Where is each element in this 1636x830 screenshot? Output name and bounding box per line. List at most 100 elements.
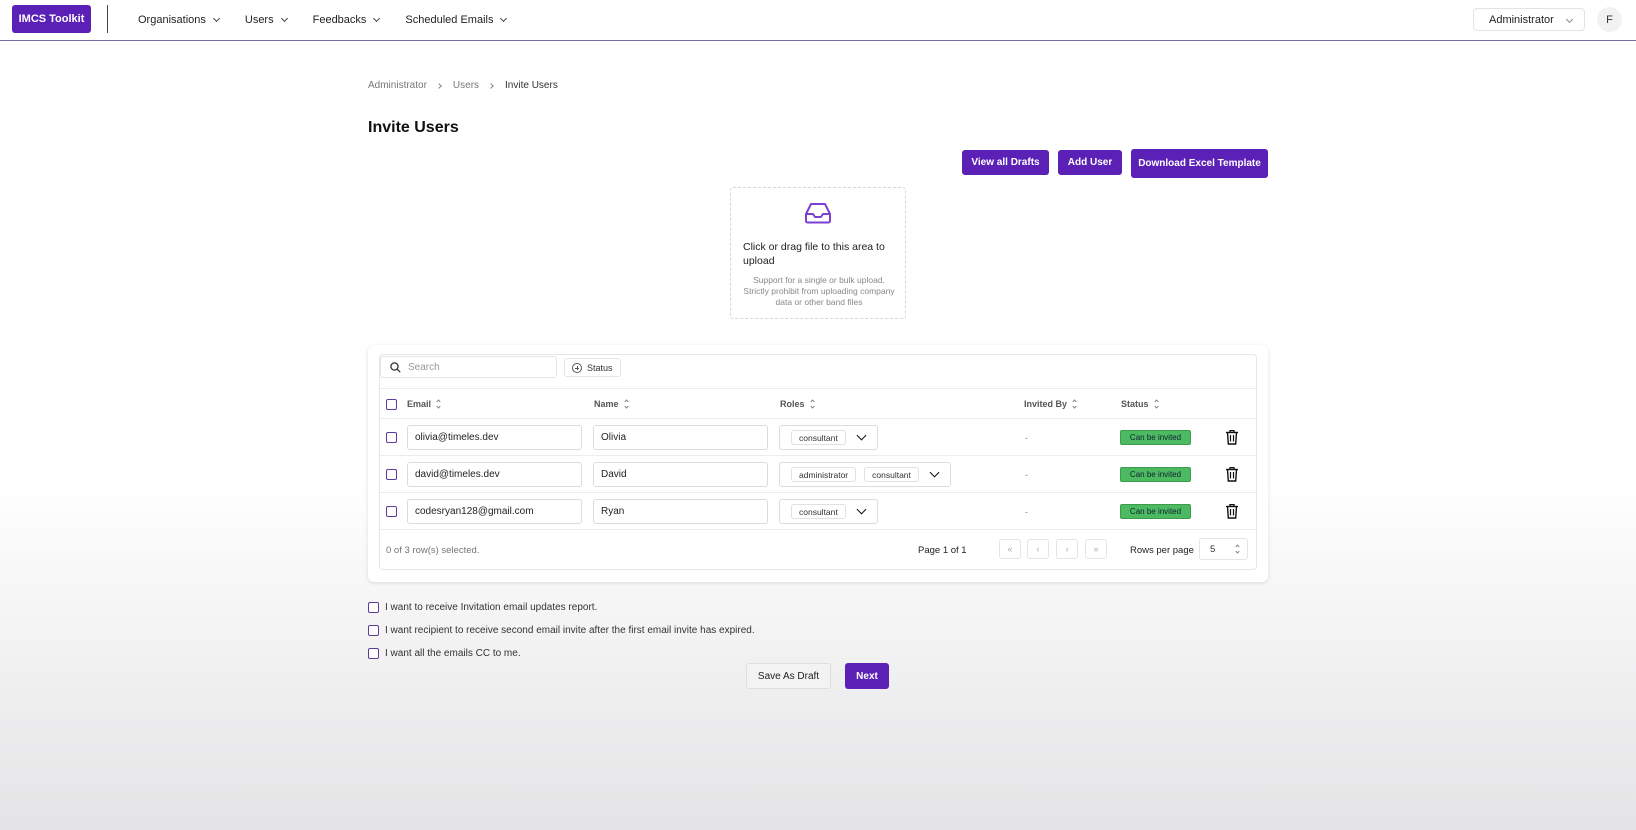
option-email-report[interactable]: I want to receive Invitation email updat… [368, 602, 597, 613]
status-badge: Can be invited [1120, 430, 1191, 445]
chevron-down-icon[interactable] [856, 504, 867, 515]
rows-per-page-label: Rows per page [1130, 545, 1194, 556]
role-tag: consultant [791, 504, 846, 519]
chevron-down-icon[interactable] [929, 467, 940, 478]
email-field[interactable]: david@timeles.dev [407, 462, 582, 487]
chevron-right-icon: › [1065, 544, 1069, 554]
roles-multiselect[interactable]: consultant [779, 425, 878, 450]
trash-icon[interactable] [1225, 503, 1239, 519]
chevron-right-icon [488, 82, 494, 89]
next-page-button[interactable]: › [1056, 539, 1078, 559]
column-status-label: Status [1121, 399, 1149, 409]
nav-feedbacks-label: Feedbacks [312, 14, 367, 26]
row-checkbox[interactable] [386, 506, 397, 517]
invite-users-table-card: Status Email Name Roles Invited By Statu… [368, 345, 1268, 582]
nav-scheduled-emails[interactable]: Scheduled Emails [405, 14, 508, 26]
file-upload-dropzone[interactable]: Click or drag file to this area to uploa… [730, 187, 906, 319]
name-field[interactable]: Ryan [593, 499, 768, 524]
chevron-down-icon [500, 14, 508, 23]
nav-users[interactable]: Users [244, 14, 288, 26]
table-toolbar: Status [380, 355, 1256, 388]
nav-feedbacks[interactable]: Feedbacks [312, 14, 381, 26]
brand-logo-button[interactable]: IMCS Toolkit [12, 5, 91, 33]
page-indicator: Page 1 of 1 [918, 545, 967, 556]
role-select-value: Administrator [1489, 13, 1554, 26]
row-checkbox[interactable] [386, 469, 397, 480]
sort-icon [436, 399, 441, 409]
upload-title: Click or drag file to this area to uploa… [743, 241, 885, 267]
column-invited-by-label: Invited By [1024, 399, 1068, 409]
option-label: I want to receive Invitation email updat… [385, 602, 598, 613]
roles-multiselect[interactable]: consultant [779, 499, 878, 524]
avatar[interactable]: F [1597, 7, 1622, 32]
option-label: I want recipient to receive second email… [385, 625, 755, 636]
status-badge: Can be invited [1120, 467, 1191, 482]
search-box [380, 356, 557, 378]
chevron-down-icon [373, 14, 381, 23]
next-button[interactable]: Next [845, 663, 889, 689]
email-field[interactable]: codesryan128@gmail.com [407, 499, 582, 524]
sort-icon [1153, 399, 1159, 409]
row-checkbox[interactable] [386, 432, 397, 443]
column-email[interactable]: Email [407, 399, 441, 409]
last-page-button[interactable]: » [1085, 539, 1107, 559]
search-input[interactable] [408, 361, 538, 373]
double-chevron-left-icon: « [1007, 544, 1013, 554]
email-field[interactable]: olivia@timeles.dev [407, 425, 582, 450]
role-select[interactable]: Administrator [1473, 8, 1585, 31]
view-all-drafts-button[interactable]: View all Drafts [962, 150, 1049, 175]
select-all-checkbox[interactable] [386, 399, 397, 410]
main-nav: Organisations Users Feedbacks Scheduled … [138, 0, 532, 40]
top-navigation-bar: IMCS Toolkit Organisations Users Feedbac… [0, 0, 1636, 41]
status-filter-button[interactable]: Status [564, 358, 621, 377]
nav-users-label: Users [244, 14, 274, 26]
column-status[interactable]: Status [1121, 399, 1159, 409]
chevron-up-down-icon [1235, 544, 1240, 554]
roles-multiselect[interactable]: administrator consultant [779, 462, 951, 487]
column-email-label: Email [407, 399, 432, 409]
nav-organisations-label: Organisations [138, 14, 206, 26]
invited-by-value: - [1025, 470, 1028, 480]
name-field[interactable]: David [593, 462, 768, 487]
rows-per-page-select[interactable]: 5 [1199, 538, 1248, 560]
selection-count: 0 of 3 row(s) selected. [386, 545, 480, 556]
option-label: I want all the emails CC to me. [385, 648, 521, 659]
breadcrumb: Administrator Users Invite Users [368, 80, 558, 91]
name-field[interactable]: Olivia [593, 425, 768, 450]
sort-icon [1072, 399, 1077, 409]
option-second-invite[interactable]: I want recipient to receive second email… [368, 625, 755, 636]
option-checkbox[interactable] [368, 648, 379, 659]
nav-organisations[interactable]: Organisations [138, 14, 220, 26]
table-footer: 0 of 3 row(s) selected. Page 1 of 1 « ‹ … [380, 529, 1256, 569]
chevron-right-icon [436, 82, 442, 89]
trash-icon[interactable] [1225, 429, 1239, 445]
sort-icon [809, 399, 815, 409]
page-title: Invite Users [368, 119, 459, 136]
table-row: david@timeles.dev David administrator co… [380, 456, 1256, 493]
plus-circle-icon [572, 362, 582, 373]
option-checkbox[interactable] [368, 625, 379, 636]
status-filter-label: Status [587, 362, 613, 373]
column-invited-by[interactable]: Invited By [1024, 399, 1077, 409]
chevron-down-icon [212, 14, 220, 23]
upload-hint: Support for a single or bulk upload. Str… [743, 275, 895, 307]
first-page-button[interactable]: « [999, 539, 1021, 559]
add-user-button[interactable]: Add User [1058, 150, 1122, 175]
previous-page-button[interactable]: ‹ [1027, 539, 1049, 559]
chevron-down-icon[interactable] [856, 430, 867, 441]
option-checkbox[interactable] [368, 602, 379, 613]
chevron-down-icon [1565, 15, 1574, 24]
download-excel-template-button[interactable]: Download Excel Template [1131, 149, 1268, 178]
trash-icon[interactable] [1225, 466, 1239, 482]
chevron-down-icon [280, 14, 288, 23]
role-tag: administrator [791, 467, 857, 482]
chevron-left-icon: ‹ [1036, 544, 1040, 554]
breadcrumb-administrator[interactable]: Administrator [368, 80, 427, 91]
status-badge: Can be invited [1120, 504, 1191, 519]
column-roles[interactable]: Roles [780, 399, 815, 409]
save-as-draft-button[interactable]: Save As Draft [746, 663, 831, 689]
breadcrumb-users[interactable]: Users [453, 80, 479, 91]
breadcrumb-invite-users: Invite Users [505, 80, 558, 91]
option-cc-me[interactable]: I want all the emails CC to me. [368, 648, 521, 659]
column-name[interactable]: Name [594, 399, 629, 409]
